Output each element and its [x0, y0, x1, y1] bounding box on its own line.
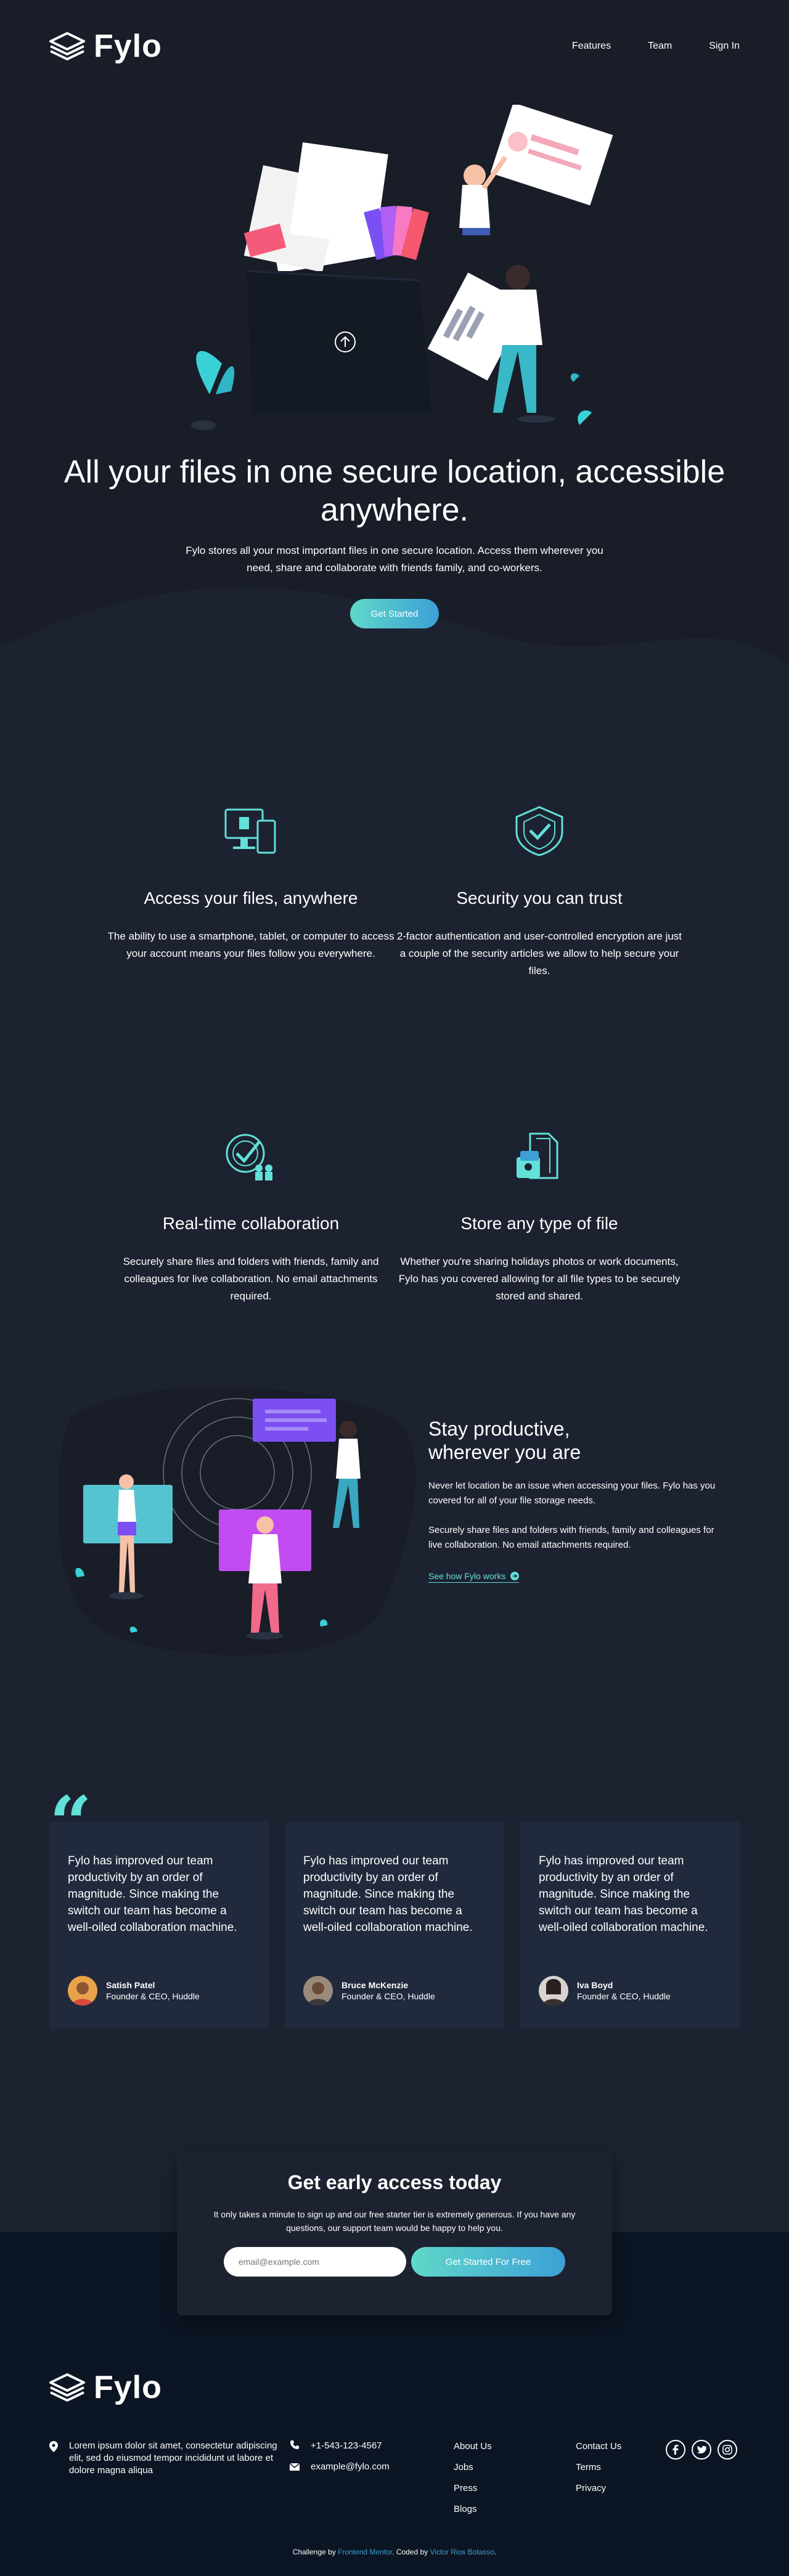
cta-text: It only takes a minute to sign up and ou…	[213, 2209, 576, 2233]
credit-prefix: Challenge by	[292, 2548, 338, 2556]
email-input[interactable]	[224, 2247, 406, 2277]
testimonial-person: Iva Boyd Founder & CEO, Huddle	[539, 1976, 671, 2005]
avatar	[539, 1976, 568, 2005]
testimonial-card: Fylo has improved our team productivity …	[520, 1822, 740, 2029]
email-icon	[290, 2463, 300, 2471]
address-text: Lorem ipsum dolor sit amet, consectetur …	[69, 2440, 277, 2476]
logo-layers-icon	[49, 32, 85, 60]
feature-security: Security you can trust 2-factor authenti…	[394, 801, 684, 980]
logo-text: Fylo	[94, 28, 162, 64]
see-how-fylo-works-link[interactable]: See how Fylo works	[428, 1571, 520, 1583]
any-file-icon	[394, 1126, 684, 1182]
twitter-icon[interactable]	[692, 2440, 711, 2460]
footer-link-about[interactable]: About Us	[454, 2441, 492, 2462]
productive-illustration	[59, 1387, 416, 1656]
testimonial-person: Bruce McKenzie Founder & CEO, Huddle	[303, 1976, 435, 2005]
signup-form: Get Started For Free	[177, 2247, 612, 2277]
feature-collaboration-title: Real-time collaboration	[162, 1214, 340, 1233]
feature-collaboration-text: Securely share files and folders with fr…	[123, 1256, 379, 1302]
access-anywhere-icon	[106, 801, 396, 856]
facebook-icon[interactable]	[666, 2440, 685, 2460]
footer-links-col2: Contact Us Terms Privacy	[576, 2441, 621, 2504]
cta-title: Get early access today	[287, 2171, 502, 2193]
email-text[interactable]: example@fylo.com	[311, 2461, 390, 2473]
get-started-free-button[interactable]: Get Started For Free	[411, 2247, 565, 2277]
footer-contact: +1-543-123-4567 example@fylo.com	[290, 2440, 431, 2482]
avatar	[303, 1976, 333, 2005]
location-icon	[49, 2441, 58, 2452]
feature-access-text: The ability to use a smartphone, tablet,…	[107, 930, 394, 959]
testimonial-card: Fylo has improved our team productivity …	[49, 1822, 269, 2029]
logo[interactable]: Fylo	[49, 28, 162, 65]
testimonial-role: Founder & CEO, Huddle	[577, 1991, 671, 2001]
phone-icon	[290, 2440, 299, 2449]
social-links	[666, 2440, 737, 2460]
productive-text-1: Never let location be an issue when acce…	[428, 1481, 716, 1506]
author-link[interactable]: Victor Rios Botasso	[430, 2548, 494, 2556]
testimonial-quote: Fylo has improved our team productivity …	[539, 1855, 708, 1934]
attribution-bar: Challenge by Frontend Mentor. Coded by V…	[0, 2528, 789, 2576]
footer-link-contact[interactable]: Contact Us	[576, 2441, 621, 2462]
footer-link-blogs[interactable]: Blogs	[454, 2504, 492, 2525]
testimonial-quote: Fylo has improved our team productivity …	[303, 1855, 473, 1934]
footer-address: Lorem ipsum dolor sit amet, consectetur …	[49, 2440, 284, 2485]
footer-logo-text: Fylo	[94, 2370, 162, 2405]
feature-any-file-title: Store any type of file	[460, 1214, 618, 1233]
testimonial-role: Founder & CEO, Huddle	[341, 1991, 435, 2001]
avatar	[68, 1976, 97, 2005]
see-how-link-label: See how Fylo works	[428, 1571, 506, 1581]
hero-title: All your files in one secure location, a…	[63, 454, 726, 528]
hero-description: Fylo stores all your most important file…	[186, 545, 603, 574]
testimonial-name: Satish Patel	[106, 1980, 155, 1990]
top-nav: Fylo Features Team Sign In	[49, 25, 740, 68]
productive-section: Stay productive, wherever you are Never …	[428, 1417, 718, 1583]
security-icon	[394, 801, 684, 856]
footer-link-press[interactable]: Press	[454, 2483, 492, 2504]
testimonial-card: Fylo has improved our team productivity …	[285, 1822, 504, 2029]
testimonial-role: Founder & CEO, Huddle	[106, 1991, 200, 2001]
early-access-card: Get early access today It only takes a m…	[177, 2153, 612, 2315]
testimonial-person: Satish Patel Founder & CEO, Huddle	[68, 1976, 200, 2005]
productive-title-line2: wherever you are	[428, 1441, 581, 1463]
productive-title-line1: Stay productive,	[428, 1418, 570, 1440]
get-started-button[interactable]: Get Started	[350, 599, 439, 628]
footer-link-terms[interactable]: Terms	[576, 2462, 621, 2483]
credit-end: .	[494, 2548, 497, 2556]
logo-layers-icon	[49, 2373, 85, 2402]
testimonial-name: Iva Boyd	[577, 1980, 613, 1990]
testimonial-quote: Fylo has improved our team productivity …	[68, 1855, 237, 1934]
productive-text-2: Securely share files and folders with fr…	[428, 1525, 714, 1550]
productive-title: Stay productive, wherever you are	[428, 1417, 718, 1464]
footer-link-jobs[interactable]: Jobs	[454, 2462, 492, 2483]
phone-text: +1-543-123-4567	[311, 2440, 382, 2451]
footer-logo[interactable]: Fylo	[49, 2369, 162, 2406]
frontend-mentor-link[interactable]: Frontend Mentor	[338, 2548, 392, 2556]
instagram-icon[interactable]	[717, 2440, 737, 2460]
feature-security-text: 2-factor authentication and user-control…	[396, 930, 682, 977]
arrow-circle-icon	[510, 1572, 520, 1580]
nav-team-link[interactable]: Team	[648, 41, 672, 52]
footer-links-col1: About Us Jobs Press Blogs	[454, 2441, 492, 2525]
feature-security-title: Security you can trust	[456, 888, 623, 908]
hero-illustration	[191, 105, 613, 430]
page: Fylo Features Team Sign In All your file…	[0, 0, 789, 2576]
hero-curve-decoration	[0, 587, 789, 752]
feature-access: Access your files, anywhere The ability …	[106, 801, 396, 962]
footer-link-privacy[interactable]: Privacy	[576, 2483, 621, 2504]
credit-mid: . Coded by	[392, 2548, 430, 2556]
feature-any-file: Store any type of file Whether you're sh…	[394, 1126, 684, 1305]
feature-access-title: Access your files, anywhere	[144, 888, 358, 908]
feature-collaboration: Real-time collaboration Securely share f…	[106, 1126, 396, 1305]
collaboration-icon	[106, 1126, 396, 1182]
nav-features-link[interactable]: Features	[572, 41, 611, 52]
nav-signin-link[interactable]: Sign In	[709, 41, 740, 52]
testimonial-name: Bruce McKenzie	[341, 1980, 409, 1990]
nav-links: Features Team Sign In	[572, 41, 740, 52]
feature-any-file-text: Whether you're sharing holidays photos o…	[398, 1256, 681, 1302]
